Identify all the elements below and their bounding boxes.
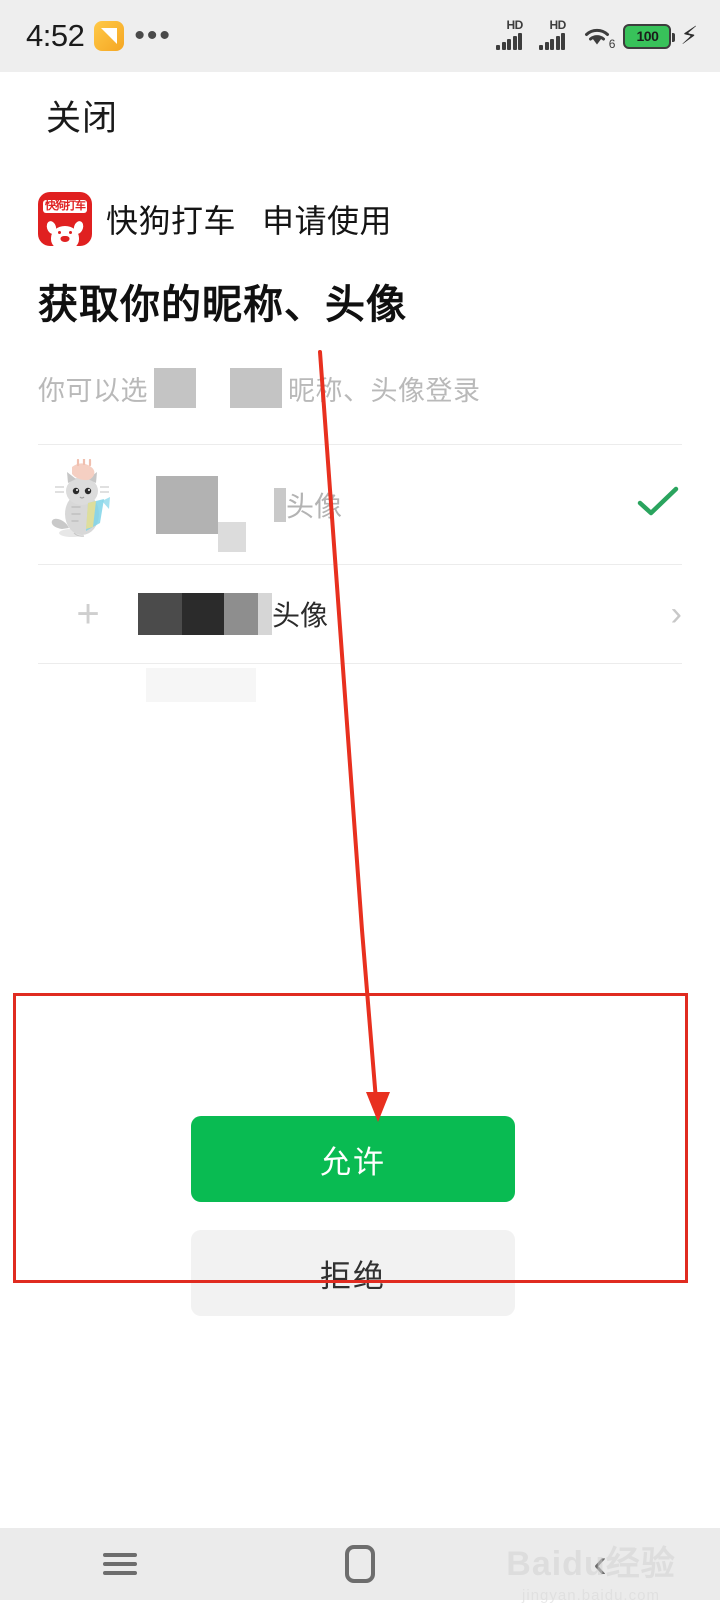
redacted-other-a bbox=[138, 593, 182, 635]
charging-bolt-icon: ⚡ bbox=[680, 21, 698, 50]
redacted-nickname-light bbox=[218, 521, 246, 552]
row-label-suffix: 头像 bbox=[286, 490, 343, 522]
app-identity-row: 快狗打车 快狗打车 申请使用 bbox=[38, 192, 392, 246]
status-bar-right: HD HD 6 100 ⚡ bbox=[496, 18, 698, 51]
permission-subtitle-prefix: 你可以选 bbox=[38, 375, 148, 406]
redacted-other-d bbox=[258, 593, 272, 635]
table-row[interactable]: + 头像 › bbox=[38, 564, 682, 664]
page-title: 获取你的昵称、头像 bbox=[38, 283, 407, 327]
signal-sim2-icon: HD bbox=[539, 18, 573, 50]
app-action-label: 申请使用 bbox=[262, 203, 393, 239]
check-icon bbox=[636, 485, 682, 524]
battery-percent-label: 100 bbox=[636, 28, 659, 44]
permission-subtitle-suffix: 昵称、头像登录 bbox=[288, 375, 481, 406]
app-name-label: 快狗打车 bbox=[106, 203, 237, 239]
back-icon[interactable]: ‹ bbox=[555, 1539, 645, 1589]
permission-subtitle: 你可以选 昵称、头像登录 bbox=[38, 368, 481, 408]
signal-sim1-icon: HD bbox=[496, 18, 530, 50]
app-logo-icon: 快狗打车 bbox=[38, 192, 92, 246]
redacted-other-b bbox=[182, 593, 224, 635]
status-bar-left: 4:52 ••• bbox=[26, 18, 172, 54]
wifi-generation-label: 6 bbox=[608, 37, 616, 51]
menu-icon[interactable] bbox=[75, 1539, 165, 1589]
allow-button[interactable]: 允许 bbox=[191, 1116, 515, 1202]
battery-icon: 100 bbox=[623, 23, 676, 49]
table-row[interactable]: 头像 bbox=[38, 444, 682, 564]
cat-avatar bbox=[42, 458, 134, 551]
hd-label-sim1: HD bbox=[506, 18, 523, 32]
hd-label-sim2: HD bbox=[549, 18, 566, 32]
redacted-nickname-dark bbox=[156, 475, 218, 534]
row-label: 头像 bbox=[138, 593, 652, 635]
redacted-other-c bbox=[224, 593, 258, 635]
system-navigation-bar: ‹ bbox=[0, 1528, 720, 1600]
plus-icon: + bbox=[76, 592, 100, 636]
wifi-icon: 6 bbox=[582, 23, 616, 51]
status-bar-clock: 4:52 bbox=[26, 18, 85, 53]
close-button[interactable]: 关闭 bbox=[46, 90, 118, 141]
redacted-ghost-block bbox=[146, 668, 256, 702]
notification-app-icon bbox=[94, 21, 125, 51]
refuse-button[interactable]: 拒绝 bbox=[191, 1230, 515, 1316]
home-icon[interactable] bbox=[315, 1539, 405, 1589]
redacted-nickname-bar bbox=[274, 487, 286, 522]
overflow-dots-icon: ••• bbox=[134, 19, 172, 52]
row-label: 头像 bbox=[156, 475, 636, 552]
status-bar: 4:52 ••• HD HD 6 100 ⚡ bbox=[0, 0, 720, 72]
chevron-right-icon: › bbox=[670, 595, 682, 633]
row-label-suffix: 头像 bbox=[272, 600, 329, 631]
redacted-block-a bbox=[154, 368, 196, 408]
app-logo-text: 快狗打车 bbox=[43, 200, 87, 213]
wechat-authorization-screen: 关闭 快狗打车 快狗打车 申请使用 获取你的昵称、头像 你可以选 昵称、头像登录 bbox=[0, 72, 720, 1528]
redacted-block-b bbox=[230, 368, 282, 408]
